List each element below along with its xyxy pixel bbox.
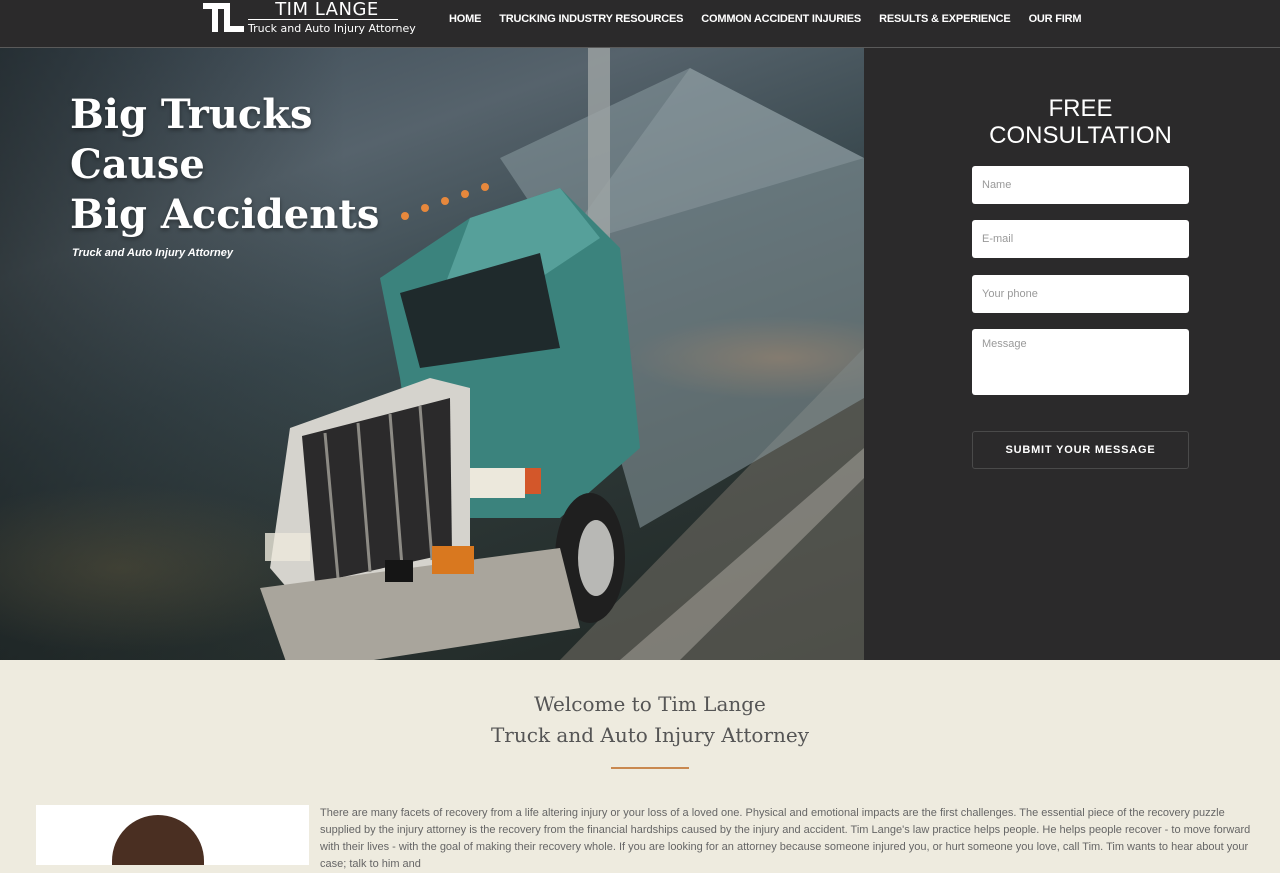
site-header: TIM LANGE Truck and Auto Injury Attorney… — [0, 0, 1280, 48]
consultation-title: FREE CONSULTATION — [864, 95, 1280, 149]
submit-message-button[interactable]: SUBMIT YOUR MESSAGE — [972, 431, 1189, 469]
nav-results-experience[interactable]: RESULTS & EXPERIENCE — [879, 13, 1011, 25]
site-logo[interactable]: TIM LANGE Truck and Auto Injury Attorney — [203, 0, 416, 40]
consultation-title-line-2: CONSULTATION — [989, 122, 1172, 149]
welcome-heading: Welcome to Tim Lange Truck and Auto Inju… — [0, 689, 1280, 751]
hero-banner: Big Trucks Cause Big Accidents Truck and… — [0, 48, 864, 660]
welcome-intro-text: There are many facets of recovery from a… — [320, 807, 1251, 870]
consultation-title-line-1: FREE — [1048, 95, 1113, 122]
main-nav: HOME TRUCKING INDUSTRY RESOURCES COMMON … — [440, 13, 1090, 25]
attorney-photo — [36, 805, 309, 865]
message-textarea[interactable] — [972, 329, 1189, 395]
hero-title-line-1: Big Trucks — [70, 91, 313, 138]
email-input[interactable] — [972, 220, 1189, 258]
consultation-panel: FREE CONSULTATION SUBMIT YOUR MESSAGE — [864, 48, 1280, 660]
hero-title-line-2: Cause — [70, 141, 205, 188]
name-input[interactable] — [972, 166, 1189, 204]
hero-subtitle: Truck and Auto Injury Attorney — [72, 247, 233, 259]
welcome-heading-line-2: Truck and Auto Injury Attorney — [490, 723, 810, 747]
nav-our-firm[interactable]: OUR FIRM — [1029, 13, 1082, 25]
hero-title: Big Trucks Cause Big Accidents — [70, 90, 379, 240]
logo-divider — [248, 19, 398, 20]
welcome-heading-line-1: Welcome to Tim Lange — [534, 692, 766, 716]
logo-name: TIM LANGE — [275, 0, 379, 20]
welcome-section: Welcome to Tim Lange Truck and Auto Inju… — [0, 660, 1280, 870]
tl-logo-icon — [203, 3, 244, 32]
section-divider — [611, 767, 689, 769]
nav-common-accident-injuries[interactable]: COMMON ACCIDENT INJURIES — [701, 13, 861, 25]
hero-title-line-3: Big Accidents — [70, 191, 380, 238]
phone-input[interactable] — [972, 275, 1189, 313]
logo-tagline: Truck and Auto Injury Attorney — [248, 22, 416, 35]
nav-trucking-industry-resources[interactable]: TRUCKING INDUSTRY RESOURCES — [499, 13, 683, 25]
attorney-portrait — [112, 815, 204, 865]
nav-home[interactable]: HOME — [449, 13, 481, 25]
